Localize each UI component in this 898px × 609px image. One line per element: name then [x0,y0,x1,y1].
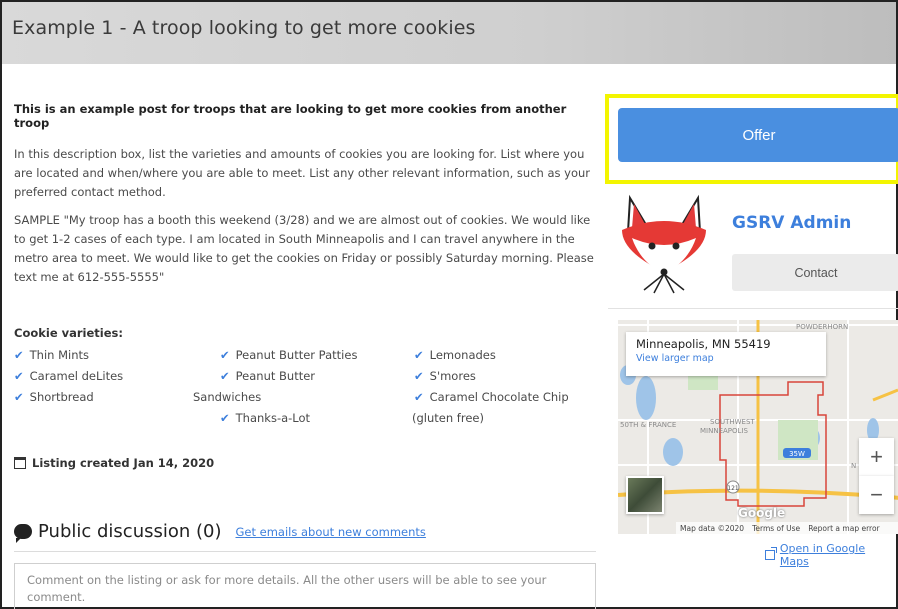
report-map-error-link[interactable]: Report a map error [808,524,879,533]
satellite-view-toggle[interactable] [626,476,664,514]
contact-button[interactable]: Contact [732,254,898,291]
variety-item: ✔ Thin Mints [14,348,89,362]
description-paragraph-1: In this description box, list the variet… [14,147,591,199]
zoom-out-button[interactable]: − [859,476,894,514]
variety-item-wrap: (gluten free) [412,411,484,425]
open-in-google-maps-text: Open in Google Maps [779,542,866,568]
powderhorn-label: POWDERHORN [796,323,848,331]
variety-item: ✔ Thanks-a-Lot [220,411,311,425]
map-footer: Map data ©2020 Terms of Use Report a map… [676,522,898,534]
location-map[interactable]: 35W 121 POWDERHORN SOUTHWEST MINNEAPOLIS… [618,320,898,534]
offer-button[interactable]: Offer [618,108,898,162]
variety-item: ✔ Peanut Butter [220,369,316,383]
n-label: N [851,462,856,470]
check-icon: ✔ [220,369,230,383]
comment-bubble-icon [14,524,32,543]
listing-created: Listing created Jan 14, 2020 [14,456,214,470]
cookie-varieties-title: Cookie varieties: [14,326,123,340]
varieties-column-3: ✔ Lemonades ✔ S'mores ✔ Caramel Chocolate C… [412,345,569,429]
description-lead: This is an example post for troops that … [14,102,567,130]
check-icon: ✔ [14,369,24,383]
variety-item-wrap: Sandwiches [193,390,262,404]
description-paragraph-2: SAMPLE "My troop has a booth this weeken… [14,213,594,284]
view-larger-map-link[interactable]: View larger map [636,353,816,364]
variety-item: ✔ Lemonades [414,348,496,362]
check-icon: ✔ [220,348,230,362]
minneapolis-label: MINNEAPOLIS [700,427,748,435]
check-icon: ✔ [414,390,424,404]
check-icon: ✔ [220,411,230,425]
terms-of-use-link[interactable]: Terms of Use [752,524,800,533]
southwest-label: SOUTHWEST [710,418,755,426]
open-in-google-maps-link[interactable]: Open in Google Maps [765,542,896,568]
variety-item: ✔ Caramel Chocolate Chip [414,390,569,404]
interstate-35w-label: 35W [789,450,805,458]
public-discussion-header: Public discussion (0) Get emails about n… [14,521,596,543]
discussion-divider [14,551,596,552]
sidebar-divider [608,308,898,309]
author-name-link[interactable]: GSRV Admin [732,213,851,233]
variety-item: ✔ S'mores [414,369,476,383]
check-icon: ✔ [414,348,424,362]
varieties-column-2: ✔ Peanut Butter Patties ✔ Peanut Butter Sa… [193,345,358,429]
calendar-icon [14,457,26,469]
external-link-icon [765,547,777,560]
comment-input[interactable]: Comment on the listing or ask for more d… [14,563,596,609]
route-121-label: 121 [727,485,739,492]
google-logo: Google [738,506,786,520]
map-data-credit: Map data ©2020 [680,523,745,533]
check-icon: ✔ [14,390,24,404]
listing-title: Example 1 - A troop looking to get more … [12,17,476,39]
fox-avatar [622,194,706,294]
variety-item: ✔ Peanut Butter Patties [220,348,358,362]
map-address: Minneapolis, MN 55419 [636,337,771,351]
listing-header: Example 1 - A troop looking to get more … [2,2,896,64]
varieties-column-1: ✔ Thin Mints ✔ Caramel deLites ✔ Shortbread [14,345,123,408]
france-label: 50TH & FRANCE [620,421,676,429]
check-icon: ✔ [414,369,424,383]
check-icon: ✔ [14,348,24,362]
map-info-card: Minneapolis, MN 55419 View larger map [626,332,826,376]
variety-item: ✔ Shortbread [14,390,94,404]
public-discussion-title: Public discussion (0) [38,521,222,542]
variety-item: ✔ Caramel deLites [14,369,124,383]
listing-description: This is an example post for troops that … [14,102,596,296]
email-notifications-link[interactable]: Get emails about new comments [236,525,426,539]
listing-created-text: Listing created Jan 14, 2020 [32,456,215,470]
zoom-in-button[interactable]: + [859,438,894,476]
